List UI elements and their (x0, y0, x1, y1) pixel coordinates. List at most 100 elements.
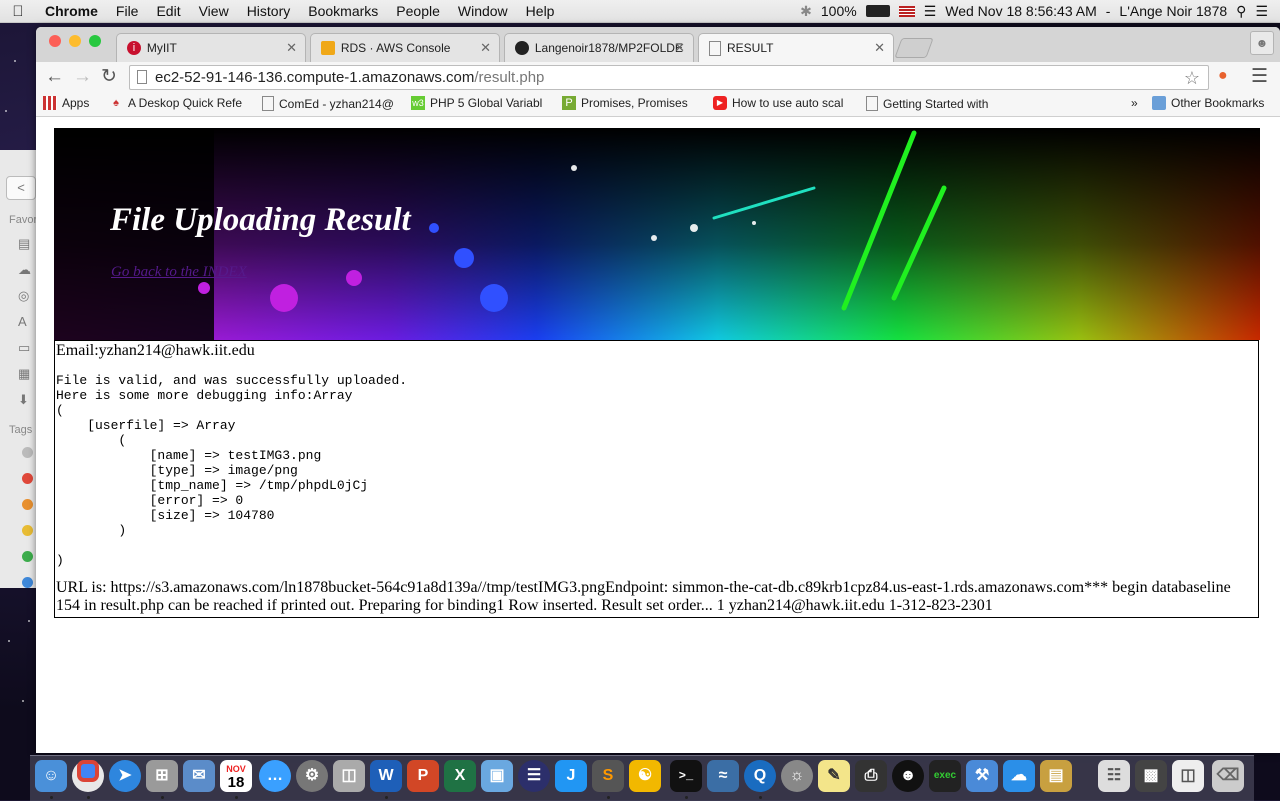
excel-icon[interactable]: X (444, 760, 476, 792)
wifi-icon[interactable]: ☰ (924, 3, 937, 20)
finder-back-button[interactable]: < (6, 176, 36, 200)
clock[interactable]: Wed Nov 18 8:56:43 AM (945, 3, 1097, 19)
eclipse-icon[interactable]: ☰ (518, 760, 550, 792)
extension-icon[interactable]: ● (1218, 67, 1228, 85)
battery-icon[interactable] (865, 5, 890, 17)
notification-center-icon[interactable]: ☰ (1255, 3, 1268, 20)
safari-icon[interactable]: ➤ (109, 760, 141, 792)
icloud-drive-icon[interactable]: ☁ (1003, 760, 1035, 792)
calculator-icon[interactable]: ⊞ (146, 760, 178, 792)
tab-github[interactable]: Langenoir1878/MP2FOLDE ✕ (504, 33, 694, 62)
battery-percent[interactable]: 100% (821, 3, 857, 19)
tags-label: Tags (9, 424, 33, 436)
mysql-icon[interactable]: ≈ (707, 760, 739, 792)
screens-icon[interactable]: ▩ (1135, 760, 1167, 792)
console-icon[interactable]: exec (929, 760, 961, 792)
document-stack-icon[interactable]: ☷ (1098, 760, 1130, 792)
bookmark-getting-started[interactable]: Getting Started with (866, 96, 1001, 111)
user-name[interactable]: L'Ange Noir 1878 (1119, 3, 1227, 19)
menu-edit[interactable]: Edit (147, 0, 189, 22)
email-line: Email:yzhan214@hawk.iit.edu (56, 342, 255, 359)
preview-icon[interactable]: ✉ (183, 760, 215, 792)
tab-myiit[interactable]: i MyIIT ✕ (116, 33, 306, 62)
bookmark-comed[interactable]: ComEd - yzhan214@ (262, 96, 397, 111)
menu-people[interactable]: People (387, 0, 449, 22)
close-tab-icon[interactable]: ✕ (874, 40, 885, 56)
tag-gray[interactable] (22, 447, 33, 458)
virtualbox-icon[interactable]: ▣ (481, 760, 513, 792)
menu-file[interactable]: File (107, 0, 148, 22)
calendar-icon[interactable]: NOV 18 (220, 760, 252, 792)
system-preferences-icon[interactable]: ⚙ (296, 760, 328, 792)
tag-blue[interactable] (22, 577, 33, 588)
finder-window: < Favor ▤ ☁ ◎ A ▭ ▦ ⬇ Tags (0, 150, 41, 588)
finder-icon[interactable]: ☺ (35, 760, 67, 792)
xcode-icon[interactable]: ⚒ (966, 760, 998, 792)
spotlight-icon[interactable]: ⚲ (1236, 3, 1246, 20)
close-window-button[interactable] (49, 35, 61, 47)
bookmarks-overflow-button[interactable]: » (1131, 96, 1138, 110)
downloads-stack-icon[interactable]: ◫ (1172, 760, 1204, 792)
menu-bookmarks[interactable]: Bookmarks (299, 0, 387, 22)
jetbrains-icon[interactable]: J (555, 760, 587, 792)
flag-icon[interactable] (898, 5, 915, 17)
close-tab-icon[interactable]: ✕ (286, 40, 297, 56)
back-arrow-icon[interactable]: ← (45, 66, 64, 88)
zoom-window-button[interactable] (89, 35, 101, 47)
bookmark-desktop-quick-ref[interactable]: ♠ A Deskop Quick Refe (109, 96, 244, 110)
chrome-icon[interactable] (72, 760, 104, 792)
tab-result[interactable]: RESULT ✕ (698, 33, 894, 62)
documents-icon[interactable]: ▤ (18, 236, 34, 251)
archive-icon[interactable]: ▤ (1040, 760, 1072, 792)
tab-rds-aws[interactable]: RDS · AWS Console ✕ (310, 33, 500, 62)
airdrop-icon[interactable]: ◎ (18, 288, 34, 303)
bookmark-star-icon[interactable]: ☆ (1184, 67, 1200, 90)
desktop-icon[interactable]: ▭ (18, 340, 34, 355)
downloads-icon[interactable]: ⬇ (18, 392, 34, 407)
tag-green[interactable] (22, 551, 33, 562)
menu-view[interactable]: View (190, 0, 238, 22)
profile-icon[interactable]: ☻ (1250, 31, 1274, 55)
tag-orange[interactable] (22, 499, 33, 510)
tag-yellow[interactable] (22, 525, 33, 536)
close-tab-icon[interactable]: ✕ (480, 40, 491, 56)
forward-arrow-icon[interactable]: → (73, 66, 92, 88)
printer-icon[interactable]: ⎙ (855, 760, 887, 792)
word-icon[interactable]: W (370, 760, 402, 792)
bookmark-php-globals[interactable]: w3 PHP 5 Global Variabl (411, 96, 546, 110)
menu-window[interactable]: Window (449, 0, 517, 22)
icloud-icon[interactable]: ☁ (18, 262, 34, 277)
tag-red[interactable] (22, 473, 33, 484)
page-info-icon[interactable] (137, 70, 147, 84)
utility-icon[interactable]: ☼ (781, 760, 813, 792)
bookmark-promises[interactable]: P Promises, Promises (562, 96, 697, 110)
reload-icon[interactable]: ↻ (101, 66, 117, 88)
apple-icon[interactable]:  (0, 3, 36, 20)
chrome-menu-icon[interactable]: ☰ (1251, 65, 1268, 88)
trash-icon[interactable]: ⌫ (1212, 760, 1244, 792)
new-tab-button[interactable] (894, 38, 934, 58)
menu-app-name[interactable]: Chrome (36, 0, 107, 22)
minimize-window-button[interactable] (69, 35, 81, 47)
menu-help[interactable]: Help (517, 0, 564, 22)
applications-icon[interactable]: A (18, 314, 34, 329)
menu-history[interactable]: History (238, 0, 300, 22)
stickies-icon[interactable]: ✎ (818, 760, 850, 792)
back-to-index-link[interactable]: Go back to the INDEX (111, 264, 247, 281)
bookmark-apps[interactable]: Apps (43, 96, 103, 110)
docs-icon[interactable]: ▦ (18, 366, 34, 381)
qq-icon[interactable]: ☻ (892, 760, 924, 792)
address-bar[interactable]: ec2-52-91-146-136.compute-1.amazonaws.co… (129, 65, 1209, 90)
folder-icon (1152, 96, 1166, 110)
database-icon[interactable]: ◫ (333, 760, 365, 792)
powerpoint-icon[interactable]: P (407, 760, 439, 792)
bluetooth-icon[interactable]: ✱ (800, 3, 812, 20)
sublime-icon[interactable]: S (592, 760, 624, 792)
messages-icon[interactable]: … (259, 760, 291, 792)
sketchbook-icon[interactable]: ☯ (629, 760, 661, 792)
close-tab-icon[interactable]: ✕ (674, 40, 685, 56)
other-bookmarks[interactable]: Other Bookmarks (1152, 96, 1264, 110)
quicktime-icon[interactable]: Q (744, 760, 776, 792)
bookmark-auto-scaling[interactable]: ▶ How to use auto scal (713, 96, 848, 110)
terminal-icon[interactable]: >_ (670, 760, 702, 792)
